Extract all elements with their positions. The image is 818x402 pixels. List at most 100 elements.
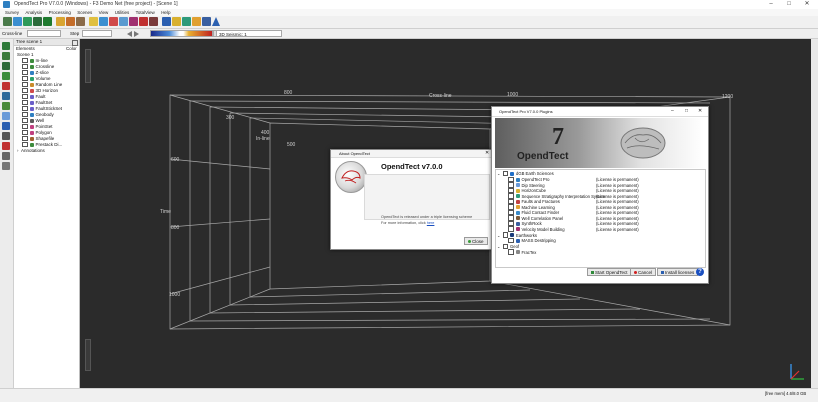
tree-checkbox[interactable] [22, 93, 28, 100]
plugin-checkbox[interactable] [508, 237, 514, 244]
tree-checkbox[interactable] [22, 57, 28, 64]
menu-analysis[interactable]: Analysis [25, 9, 42, 16]
menu-help[interactable]: Help [161, 9, 170, 16]
menu-view[interactable]: View [99, 9, 109, 16]
install-licenses-button[interactable]: Install licenses [657, 268, 699, 276]
synthrock-icon[interactable] [202, 17, 211, 26]
plugins-dialog: OpendTect Pro V7.0.0 Plugins – □ ✕ 7 Ope… [491, 106, 709, 284]
tree-checkbox[interactable] [22, 129, 28, 136]
close-button[interactable]: ✕ [798, 0, 816, 9]
position-input[interactable] [27, 30, 61, 37]
tree-checkbox[interactable] [22, 141, 28, 148]
manage-icon[interactable] [33, 17, 42, 26]
start-opendtect-button[interactable]: Start OpendTect [587, 268, 632, 276]
plugin-row[interactable]: MASS Destripping [508, 237, 556, 244]
view-z-icon[interactable] [2, 112, 10, 120]
colortable-combo[interactable] [150, 30, 213, 37]
menu-totalview[interactable]: TotalView [136, 9, 155, 16]
stereo-icon[interactable] [2, 162, 10, 170]
menu-utilities[interactable]: Utilities [115, 9, 130, 16]
pattern-icon[interactable] [139, 17, 148, 26]
cancel-button[interactable]: Cancel [630, 268, 657, 276]
import-icon[interactable] [13, 17, 22, 26]
collapse-icon[interactable]: ⌄ [497, 244, 501, 249]
next-slice-icon[interactable] [134, 31, 139, 37]
set-home-icon[interactable] [2, 72, 10, 80]
processing-icon[interactable] [129, 17, 138, 26]
tree-checkbox[interactable] [22, 63, 28, 70]
tree-checkbox[interactable] [22, 75, 28, 82]
horizoncube-icon[interactable] [172, 17, 181, 26]
tree-checkbox[interactable] [22, 69, 28, 76]
zoom-icon[interactable] [2, 152, 10, 160]
maximize-button[interactable]: □ [780, 0, 798, 9]
expand-icon[interactable]: › [17, 148, 20, 154]
machine-learning-icon[interactable] [192, 17, 201, 26]
crossplot-icon[interactable] [109, 17, 118, 26]
plugin-checkbox[interactable] [508, 226, 514, 232]
fault-icon[interactable] [66, 17, 75, 26]
screenshot-icon[interactable] [2, 132, 10, 140]
about-link[interactable]: here [427, 221, 435, 225]
tree-checkbox[interactable] [22, 117, 28, 124]
menu-survey[interactable]: Survey [5, 9, 19, 16]
earthworks-logo-icon [510, 233, 515, 238]
home-icon[interactable] [2, 62, 10, 70]
tree-checkbox[interactable] [22, 87, 28, 94]
plugins-maximize-icon[interactable]: □ [685, 108, 688, 114]
help-icon[interactable]: ? [696, 268, 704, 276]
view-crossline-icon[interactable] [2, 102, 10, 110]
status-bar: [free mem] 4.6/8.0 GB [0, 388, 818, 402]
menu-scenes[interactable]: Scenes [77, 9, 92, 16]
pan-icon[interactable] [2, 142, 10, 150]
tree-checkbox[interactable] [22, 123, 28, 130]
previous-slice-icon[interactable] [127, 31, 132, 37]
plugin-row[interactable]: FracTex [508, 249, 536, 256]
pick-mode-icon[interactable] [2, 42, 10, 50]
viewer-bottom-scrollbar[interactable] [85, 339, 91, 371]
dip-steering-icon[interactable] [162, 17, 171, 26]
volume-builder-icon[interactable] [99, 17, 108, 26]
wavelet-icon[interactable] [119, 17, 128, 26]
view-mode-icon[interactable] [2, 52, 10, 60]
menu-processing[interactable]: Processing [49, 9, 71, 16]
triangle-icon[interactable] [212, 17, 220, 26]
tree-checkbox[interactable] [22, 111, 28, 118]
export-icon[interactable] [23, 17, 32, 26]
tree-item-label: Shapefile [35, 136, 55, 141]
tree-item-label: Z-slice [35, 70, 49, 75]
polygon-icon [29, 130, 34, 135]
sequence-icon [515, 194, 520, 199]
view-north-icon[interactable] [2, 122, 10, 130]
plugin-row[interactable]: Velocity Model Building [508, 226, 565, 233]
attribute-icon[interactable] [89, 17, 98, 26]
tree-checkbox[interactable] [22, 135, 28, 142]
step-input[interactable] [82, 30, 112, 37]
survey-icon[interactable] [3, 17, 12, 26]
start-icon [591, 271, 594, 274]
plugins-close-icon[interactable]: ✕ [698, 108, 702, 114]
horizon-icon[interactable] [56, 17, 65, 26]
viewer-left-scrollbar[interactable] [85, 49, 91, 83]
plugin-checkbox[interactable] [502, 170, 509, 177]
collapse-icon[interactable]: ⌄ [497, 171, 501, 176]
tree-checkbox[interactable] [22, 99, 28, 106]
about-close-button[interactable]: Close [464, 237, 488, 245]
view-all-icon[interactable] [2, 82, 10, 90]
attribute-combo[interactable]: 3D Seismic: 1 [216, 30, 282, 37]
view-inline-icon[interactable] [2, 92, 10, 100]
collapse-icon[interactable]: ⌄ [497, 233, 501, 238]
tree-item-annotations[interactable]: › Annotations [17, 148, 45, 154]
about-dialog-close-icon[interactable]: ✕ [485, 150, 489, 156]
pro-tool-icon[interactable] [149, 17, 158, 26]
seismic-icon[interactable] [43, 17, 52, 26]
sequence-icon[interactable] [182, 17, 191, 26]
minimize-button[interactable]: – [762, 0, 780, 9]
well-icon[interactable] [76, 17, 85, 26]
plugins-banner: 7 OpendTect [495, 118, 704, 168]
plugin-checkbox[interactable] [508, 249, 514, 255]
plugins-minimize-icon[interactable]: – [671, 108, 674, 114]
plugin-group-dgb[interactable]: ⌄ dGB Earth Sciences [497, 170, 554, 177]
tree-checkbox[interactable] [22, 81, 28, 88]
tree-checkbox[interactable] [22, 105, 28, 112]
